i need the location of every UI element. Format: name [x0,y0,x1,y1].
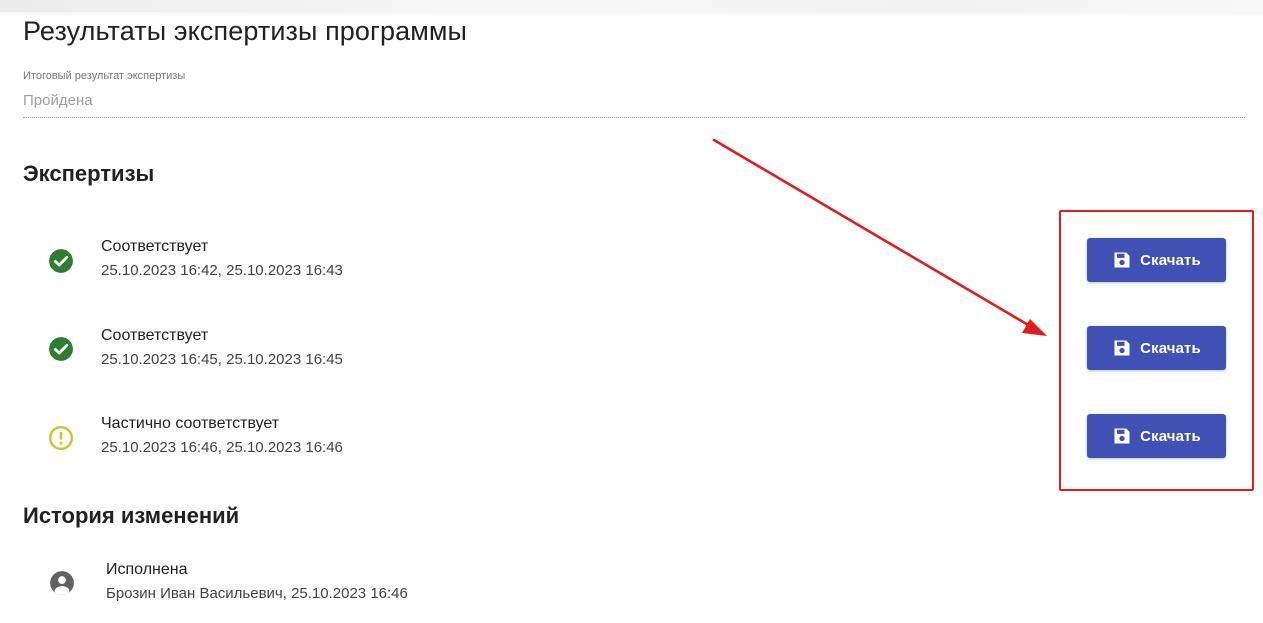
check-circle-icon [49,249,73,273]
warning-circle-icon [48,425,74,451]
expertise-dates: 25.10.2023 16:45, 25.10.2023 16:45 [101,351,343,368]
top-strip [0,0,1263,12]
final-result-divider [23,117,1245,118]
final-result-value: Пройдена [23,92,93,109]
page: Результаты экспертизы программы Итоговый… [0,0,1263,623]
expertise-dates: 25.10.2023 16:42, 25.10.2023 16:43 [101,262,343,279]
expertise-heading: Экспертизы [23,161,155,186]
annotation-highlight-box [1059,210,1254,491]
check-circle-icon [49,337,73,361]
final-result-label: Итоговый результат экспертизы [23,70,186,82]
user-circle-icon [50,571,74,595]
page-title: Результаты экспертизы программы [23,16,468,46]
expertise-status: Соответствует [101,327,209,344]
history-heading: История изменений [23,503,240,528]
expertise-status: Соответствует [101,238,209,255]
history-detail: Брозин Иван Васильевич, 25.10.2023 16:46 [106,585,408,602]
history-status: Исполнена [106,561,188,578]
expertise-dates: 25.10.2023 16:46, 25.10.2023 16:46 [101,439,343,456]
expertise-status: Частично соответствует [101,415,280,432]
